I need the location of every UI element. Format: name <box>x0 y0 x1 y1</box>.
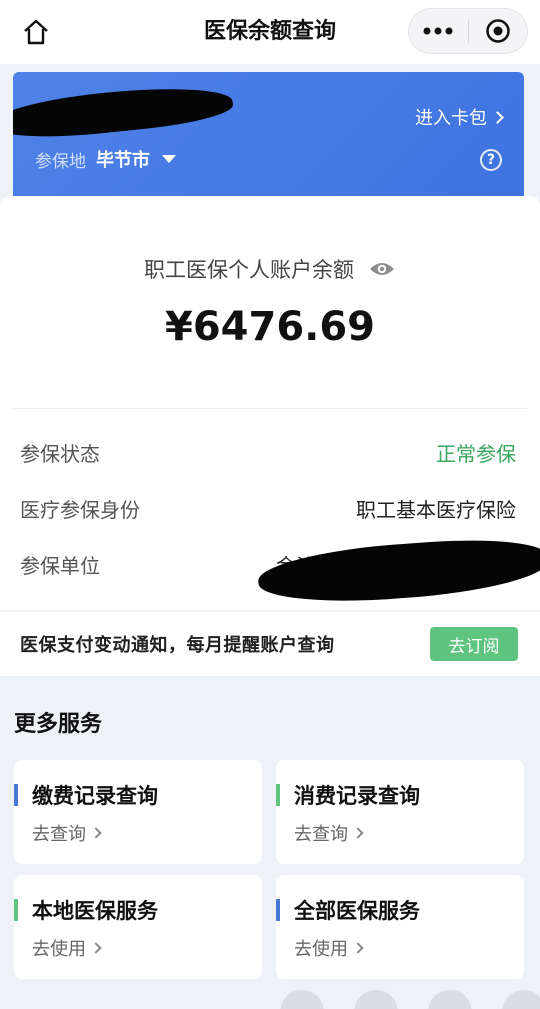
service-name: 消费记录查询 <box>294 784 420 808</box>
service-action: 去查询 <box>32 820 102 846</box>
service-icon <box>354 990 398 1009</box>
service-name: 全部医保服务 <box>294 899 420 923</box>
chevron-right-icon <box>90 942 102 954</box>
accent-bar <box>14 784 18 806</box>
info-key: 参保状态 <box>20 441 100 466</box>
info-key: 参保单位 <box>20 553 100 578</box>
insurance-card: 进入卡包 参保地 毕节市 ? <box>13 72 524 212</box>
bottom-icons-peek <box>280 990 540 1009</box>
eye-icon[interactable] <box>368 260 396 278</box>
chevron-right-icon <box>491 110 504 124</box>
balance-card: 职工医保个人账户余额 ¥6476.69 参保状态 正常参保 医疗参保身份 职工基… <box>0 196 540 610</box>
accent-bar <box>14 899 18 921</box>
miniprogram-capsule <box>408 8 528 54</box>
service-all[interactable]: 全部医保服务 去使用 <box>276 875 524 979</box>
balance-label-row: 职工医保个人账户余额 <box>0 254 540 284</box>
services-title: 更多服务 <box>14 712 103 737</box>
service-icon <box>502 990 540 1009</box>
info-value: 正常参保 <box>436 441 516 466</box>
service-action: 去使用 <box>294 935 364 961</box>
region-label: 参保地 <box>35 151 86 172</box>
accent-bar <box>276 784 280 806</box>
service-payment-records[interactable]: 缴费记录查询 去查询 <box>14 760 262 864</box>
service-icon <box>428 990 472 1009</box>
service-local[interactable]: 本地医保服务 去使用 <box>14 875 262 979</box>
divider <box>13 408 527 409</box>
enter-wallet-label: 进入卡包 <box>415 108 487 129</box>
target-close-icon <box>485 19 510 43</box>
region-selector[interactable]: 参保地 毕节市 <box>35 146 176 172</box>
service-action-label: 去查询 <box>294 824 348 845</box>
enter-wallet-link[interactable]: 进入卡包 <box>415 104 504 130</box>
chevron-right-icon <box>90 827 102 839</box>
region-value: 毕节市 <box>96 150 150 171</box>
top-nav-bar: 医保余额查询 <box>0 0 540 64</box>
service-action: 去查询 <box>294 820 364 846</box>
chevron-right-icon <box>352 942 364 954</box>
balance-label: 职工医保个人账户余额 <box>144 258 354 282</box>
service-action: 去使用 <box>32 935 102 961</box>
help-icon[interactable]: ? <box>480 149 502 171</box>
more-dots-icon <box>423 27 453 35</box>
info-row-status: 参保状态 正常参保 <box>20 432 516 472</box>
more-button[interactable] <box>409 9 468 53</box>
close-button[interactable] <box>468 9 527 53</box>
balance-amount: ¥6476.69 <box>164 304 376 350</box>
info-row-identity: 医疗参保身份 职工基本医疗保险 <box>20 488 516 528</box>
notify-text: 医保支付变动通知，每月提醒账户查询 <box>20 635 335 656</box>
service-consumption-records[interactable]: 消费记录查询 去查询 <box>276 760 524 864</box>
notify-bar: 医保支付变动通知，每月提醒账户查询 去订阅 <box>0 612 540 676</box>
subscribe-button[interactable]: 去订阅 <box>430 627 518 661</box>
info-key: 医疗参保身份 <box>20 497 140 522</box>
chevron-right-icon <box>352 827 364 839</box>
service-name: 缴费记录查询 <box>32 784 158 808</box>
info-value: 职工基本医疗保险 <box>356 497 516 522</box>
service-action-label: 去使用 <box>294 939 348 960</box>
caret-down-icon <box>162 155 176 163</box>
accent-bar <box>276 899 280 921</box>
service-name: 本地医保服务 <box>32 899 158 923</box>
service-action-label: 去查询 <box>32 824 86 845</box>
service-action-label: 去使用 <box>32 939 86 960</box>
redacted-name <box>13 79 235 145</box>
service-icon <box>280 990 324 1009</box>
